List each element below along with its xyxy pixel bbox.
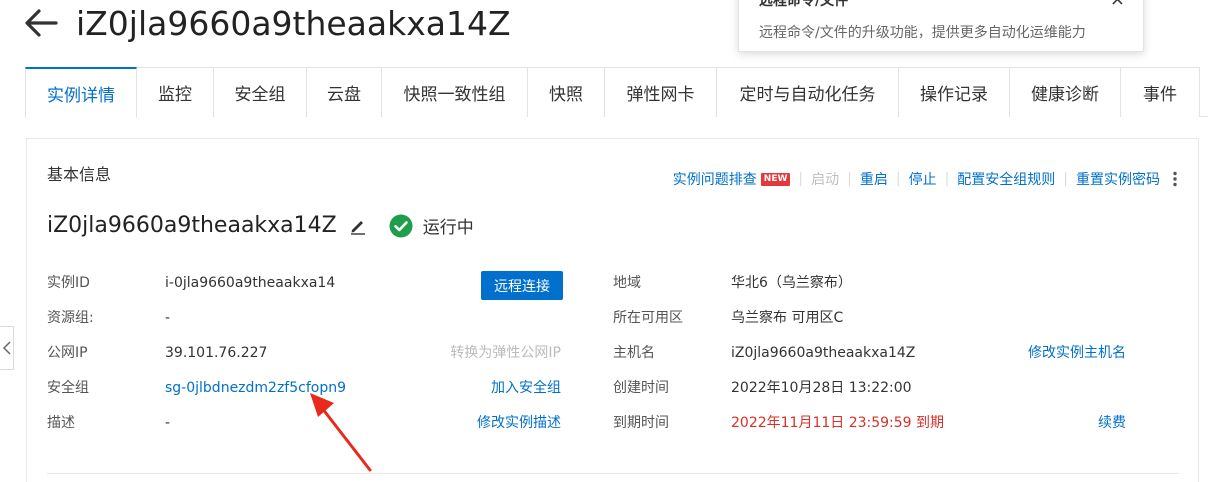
region-label: 地域 xyxy=(613,275,641,291)
tab-events[interactable]: 事件 xyxy=(1121,67,1200,117)
description-label: 描述 xyxy=(47,415,75,431)
created-time-value: 2022年10月28日 13:22:00 xyxy=(731,380,912,396)
expire-time-label: 到期时间 xyxy=(613,415,669,431)
zone-label: 所在可用区 xyxy=(613,310,683,326)
tab-security-group[interactable]: 安全组 xyxy=(214,67,307,117)
renew-link[interactable]: 续费 xyxy=(1098,413,1126,433)
annotation-arrow-icon xyxy=(310,393,372,472)
new-badge: NEW xyxy=(760,172,791,186)
hostname-label: 主机名 xyxy=(613,345,655,361)
tab-operation-log[interactable]: 操作记录 xyxy=(899,67,1010,117)
tab-cloud-disk[interactable]: 云盘 xyxy=(307,67,382,117)
close-icon[interactable]: × xyxy=(1110,0,1125,9)
resource-group-label: 资源组: xyxy=(47,310,94,326)
tab-health-diagnosis[interactable]: 健康诊断 xyxy=(1010,67,1121,117)
tab-bar: 实例详情 监控 安全组 云盘 快照一致性组 快照 弹性网卡 定时与自动化任务 操… xyxy=(25,67,1208,118)
restart-link[interactable]: 重启 xyxy=(860,169,888,189)
edit-description-link[interactable]: 修改实例描述 xyxy=(477,413,561,433)
check-circle-icon xyxy=(389,214,413,237)
convert-eip-link: 转换为弹性公网IP xyxy=(450,345,561,361)
resource-group-value: - xyxy=(165,310,171,326)
remote-command-tooltip: 远程命令/文件 远程命令/文件的升级功能，提供更多自动化运维能力 × xyxy=(738,0,1144,52)
start-link: 启动 xyxy=(811,172,840,188)
zone-value: 乌兰察布 可用区C xyxy=(731,310,844,326)
tab-snapshot[interactable]: 快照 xyxy=(528,67,605,117)
tooltip-description: 远程命令/文件的升级功能，提供更多自动化运维能力 xyxy=(759,25,1086,41)
troubleshoot-link[interactable]: 实例问题排查 xyxy=(673,169,757,189)
chevron-left-icon xyxy=(2,341,11,355)
basic-info-card: 基本信息 实例问题排查 NEW | 启动 | 重启 | 停止 | 配置安全组规则… xyxy=(26,138,1199,482)
action-bar: 实例问题排查 NEW | 启动 | 重启 | 停止 | 配置安全组规则 | 重置… xyxy=(673,169,1178,189)
created-time-label: 创建时间 xyxy=(613,380,669,396)
tab-snapshot-consistency-group[interactable]: 快照一致性组 xyxy=(382,67,528,117)
reset-password-link[interactable]: 重置实例密码 xyxy=(1076,169,1160,189)
page-title: iZ0jla9660a9theaakxa14Z xyxy=(76,4,511,43)
public-ip-value: 39.101.76.227 xyxy=(165,345,268,361)
edit-hostname-link[interactable]: 修改实例主机名 xyxy=(1028,343,1126,363)
back-arrow-icon[interactable] xyxy=(24,8,58,38)
region-value: 华北6（乌兰察布） xyxy=(731,275,852,291)
config-sg-rules-link[interactable]: 配置安全组规则 xyxy=(957,169,1055,189)
tab-scheduled-automation-tasks[interactable]: 定时与自动化任务 xyxy=(717,67,899,117)
instance-name: iZ0jla9660a9theaakxa14Z xyxy=(47,213,337,238)
join-security-group-link[interactable]: 加入安全组 xyxy=(491,378,561,398)
tab-instance-details[interactable]: 实例详情 xyxy=(25,67,137,118)
hostname-value: iZ0jla9660a9theaakxa14Z xyxy=(731,345,916,361)
section-title: 基本信息 xyxy=(47,165,112,184)
more-vertical-icon[interactable] xyxy=(1172,171,1178,187)
divider xyxy=(47,473,1179,474)
stop-link[interactable]: 停止 xyxy=(909,169,937,189)
instance-id-label: 实例ID xyxy=(47,275,90,291)
instance-header: iZ0jla9660a9theaakxa14Z 运行中 xyxy=(47,213,474,238)
expire-time-value: 2022年11月11日 23:59:59 到期 xyxy=(731,415,945,431)
remote-connect-button[interactable]: 远程连接 xyxy=(481,271,563,300)
tab-monitoring[interactable]: 监控 xyxy=(137,67,214,117)
tab-elastic-nic[interactable]: 弹性网卡 xyxy=(605,67,717,117)
security-group-label: 安全组 xyxy=(47,380,89,396)
sidebar-collapse-handle[interactable] xyxy=(0,326,14,370)
tooltip-title: 远程命令/文件 xyxy=(759,0,849,9)
status-text: 运行中 xyxy=(422,218,474,238)
description-value: - xyxy=(165,415,171,431)
instance-id-value: i-0jla9660a9theaakxa14 xyxy=(165,275,336,291)
public-ip-label: 公网IP xyxy=(47,345,88,361)
pencil-icon[interactable] xyxy=(349,217,367,235)
